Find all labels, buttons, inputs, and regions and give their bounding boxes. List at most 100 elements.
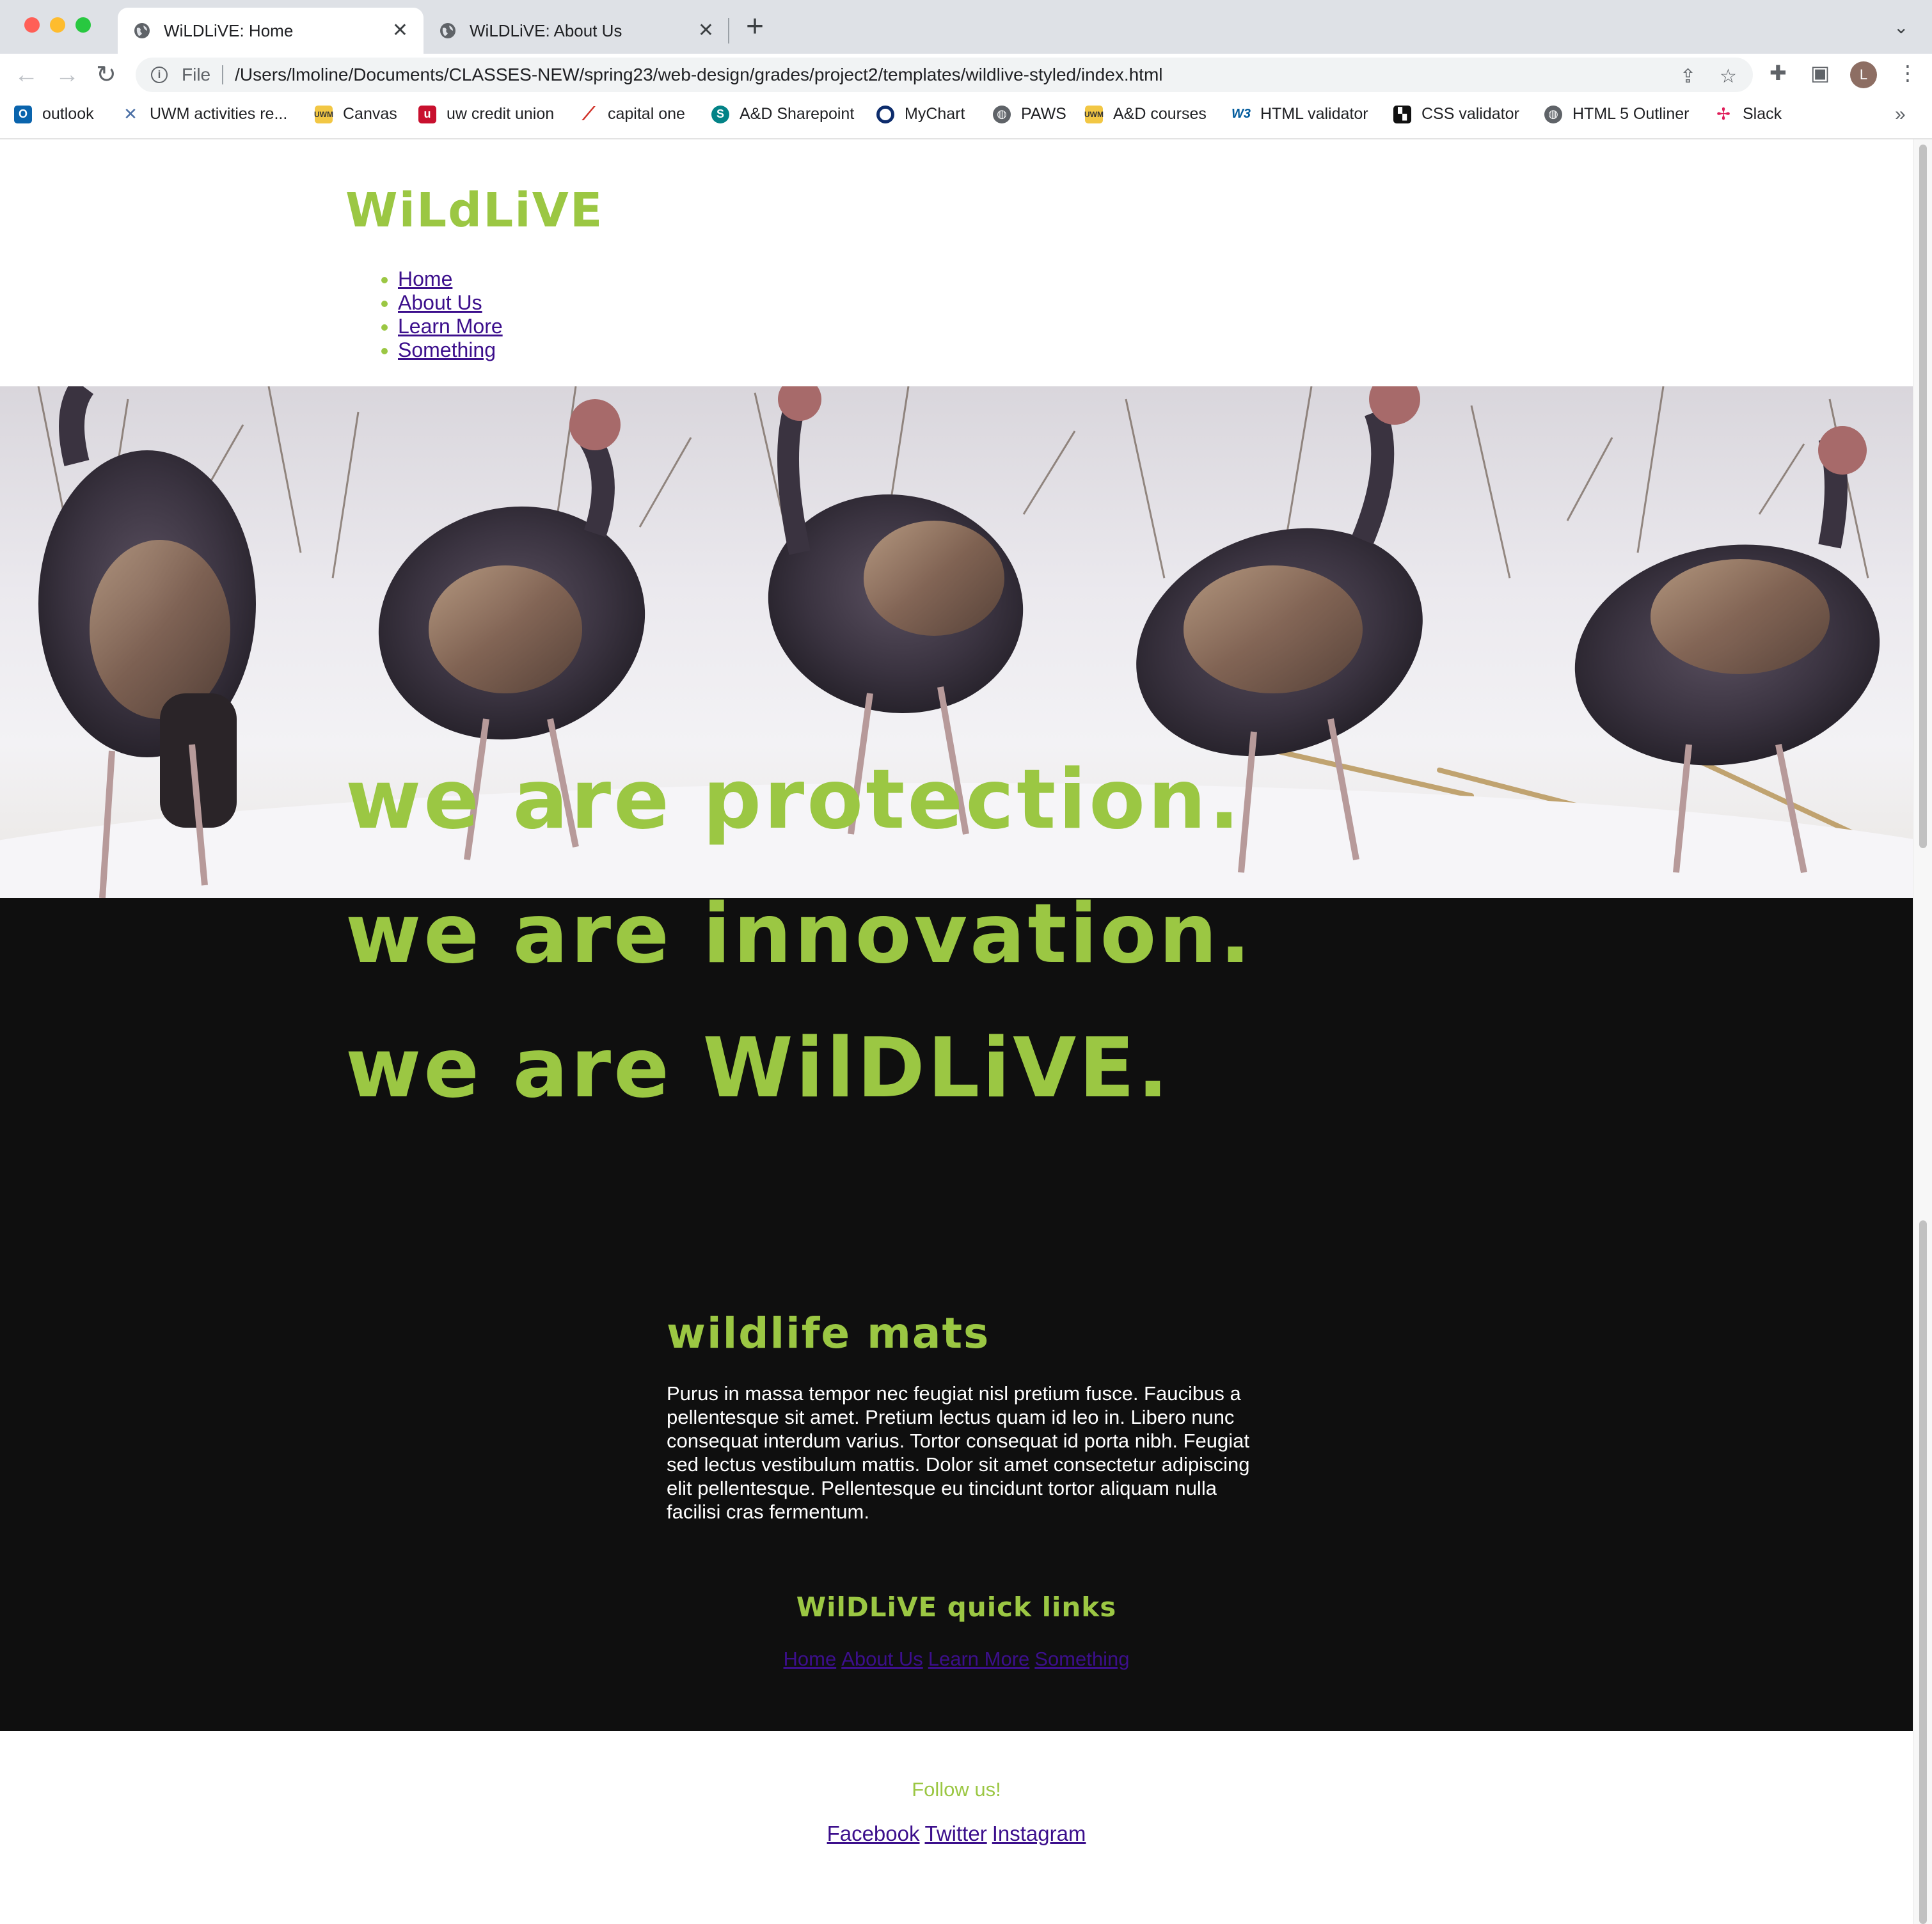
bookmark-label: A&D courses — [1113, 105, 1207, 123]
bookmark-label: uw credit union — [447, 105, 555, 123]
bookmark-label: capital one — [608, 105, 685, 123]
tagline-protection: we are protection. — [345, 752, 1242, 848]
uwm-icon: UWM — [314, 105, 333, 123]
nav-link-something[interactable]: Something — [398, 338, 496, 361]
bookmark-label: MyChart — [905, 105, 965, 123]
tagline-wildlive: we are WilDLiVE. — [345, 1021, 1171, 1116]
globe-icon — [134, 23, 150, 38]
quick-links-heading: WilDLiVE quick links — [796, 1591, 1117, 1623]
globe-icon — [440, 23, 455, 38]
bookmark-star-icon[interactable]: ☆ — [1720, 65, 1737, 88]
quick-link-something[interactable]: Something — [1034, 1648, 1129, 1670]
globe-icon: ◍ — [1544, 105, 1562, 123]
uwcu-icon: u — [418, 105, 436, 123]
omnibox-divider — [222, 65, 224, 84]
scrollbar-thumb[interactable] — [1919, 145, 1927, 848]
nav-link-about-us[interactable]: About Us — [398, 291, 482, 314]
close-tab-icon[interactable]: ✕ — [392, 21, 408, 40]
bookmark-html-validator[interactable]: W3 HTML validator — [1231, 105, 1368, 123]
tab-strip: WiLDLiVE: Home ✕ WiLDLiVE: About Us ✕ + … — [0, 0, 1932, 54]
bookmark-ad-sharepoint[interactable]: S A&D Sharepoint — [711, 105, 854, 123]
tagline-innovation: we are innovation. — [345, 887, 1254, 982]
tab-title: WiLDLiVE: Home — [164, 20, 294, 40]
bookmark-label: Canvas — [343, 105, 397, 123]
follow-us-text: Follow us! — [912, 1778, 1001, 1801]
tab-about-us[interactable]: WiLDLiVE: About Us ✕ — [424, 8, 729, 54]
scheme-label: File — [182, 65, 211, 84]
bookmark-outlook[interactable]: O outlook — [14, 105, 94, 123]
bookmark-ad-courses[interactable]: UWM A&D courses — [1084, 105, 1207, 123]
w3c-icon: W3 — [1231, 107, 1251, 121]
bookmark-css-validator[interactable]: ▚ CSS validator — [1393, 105, 1519, 123]
url-text[interactable]: /Users/lmoline/Documents/CLASSES-NEW/spr… — [235, 65, 1162, 85]
bookmark-label: outlook — [42, 105, 94, 123]
side-panel-icon[interactable]: ▣ — [1810, 63, 1830, 83]
reload-button[interactable]: ↻ — [96, 59, 116, 91]
address-bar[interactable]: i File /Users/lmoline/Documents/CLASSES-… — [136, 58, 1753, 92]
section-body-text: Purus in massa tempor nec feugiat nisl p… — [667, 1382, 1250, 1523]
section-heading: wildlife mats — [667, 1309, 990, 1358]
capital-one-icon: ⟋ — [582, 104, 595, 123]
share-icon[interactable]: ⇪ — [1680, 65, 1696, 88]
nav-item-about-us: About Us — [398, 291, 503, 315]
bookmark-paws[interactable]: ◍ PAWS — [993, 105, 1066, 123]
outlook-icon: O — [14, 105, 32, 123]
bookmark-capital-one[interactable]: ⟋ capital one — [580, 104, 685, 123]
bookmark-label: HTML 5 Outliner — [1572, 105, 1690, 123]
page-viewport: WiLdLiVE Home About Us Learn More Someth… — [0, 139, 1913, 1924]
bookmarks-bar: O outlook ✕ UWM activities re... UWM Can… — [0, 96, 1932, 139]
facebook-link[interactable]: Facebook — [827, 1822, 920, 1845]
nav-item-home: Home — [398, 267, 503, 291]
bookmark-label: CSS validator — [1421, 105, 1519, 123]
bookmark-label: UWM activities re... — [150, 105, 288, 123]
bookmark-mychart[interactable]: MyChart — [876, 105, 965, 123]
zoom-window-button[interactable] — [75, 17, 91, 33]
tab-title: WiLDLiVE: About Us — [470, 20, 622, 40]
close-tab-icon[interactable]: ✕ — [698, 21, 714, 40]
quick-links-nav: Home About Us Learn More Something — [0, 1648, 1913, 1671]
bookmark-slack[interactable]: ✢ Slack — [1714, 104, 1782, 123]
mychart-icon — [876, 105, 894, 123]
instagram-link[interactable]: Instagram — [992, 1822, 1086, 1845]
bookmark-label: Slack — [1743, 105, 1782, 123]
tab-home[interactable]: WiLDLiVE: Home ✕ — [118, 8, 424, 54]
sharepoint-icon: S — [711, 105, 729, 123]
globe-icon: ◍ — [993, 105, 1011, 123]
extensions-puzzle-icon[interactable]: ✚ — [1770, 63, 1787, 83]
back-button[interactable]: ← — [14, 59, 38, 91]
nav-link-learn-more[interactable]: Learn More — [398, 315, 503, 338]
tools-icon: ✕ — [123, 104, 138, 123]
nav-link-home[interactable]: Home — [398, 267, 452, 290]
more-menu-icon[interactable]: ⋮ — [1897, 63, 1918, 83]
more-bookmarks-chevron-icon[interactable]: » — [1895, 104, 1906, 125]
twitter-link[interactable]: Twitter — [925, 1822, 987, 1845]
nav-item-something: Something — [398, 338, 503, 362]
scrollbar-thumb[interactable] — [1919, 1220, 1927, 1924]
close-window-button[interactable] — [24, 17, 40, 33]
bookmark-label: PAWS — [1021, 105, 1066, 123]
social-links: Facebook Twitter Instagram — [0, 1822, 1913, 1846]
bookmark-label: A&D Sharepoint — [740, 105, 855, 123]
bookmark-html5-outliner[interactable]: ◍ HTML 5 Outliner — [1544, 105, 1689, 123]
bookmark-uwm-activities[interactable]: ✕ UWM activities re... — [122, 104, 288, 123]
page-scrollbar[interactable] — [1913, 139, 1932, 1924]
browser-toolbar: ← → ↻ i File /Users/lmoline/Documents/CL… — [0, 54, 1932, 96]
main-nav: Home About Us Learn More Something — [345, 267, 503, 362]
bookmark-label: HTML validator — [1260, 105, 1368, 123]
bookmark-uw-credit-union[interactable]: u uw credit union — [418, 105, 554, 123]
site-logo[interactable]: WiLdLiVE — [345, 183, 603, 238]
quick-link-learn-more[interactable]: Learn More — [928, 1648, 1030, 1670]
profile-avatar[interactable]: L — [1850, 61, 1877, 88]
minimize-window-button[interactable] — [50, 17, 65, 33]
css-icon: ▚ — [1393, 105, 1411, 123]
bookmark-canvas[interactable]: UWM Canvas — [314, 105, 397, 123]
quick-link-about-us[interactable]: About Us — [841, 1648, 923, 1670]
slack-icon: ✢ — [1714, 104, 1732, 123]
forward-button[interactable]: → — [55, 59, 79, 91]
quick-link-home[interactable]: Home — [784, 1648, 837, 1670]
nav-item-learn-more: Learn More — [398, 315, 503, 338]
info-icon[interactable]: i — [151, 67, 168, 83]
tab-search-chevron-icon[interactable]: ⌄ — [1894, 17, 1908, 38]
uwm-icon: UWM — [1084, 105, 1104, 123]
new-tab-button[interactable]: + — [746, 12, 764, 42]
